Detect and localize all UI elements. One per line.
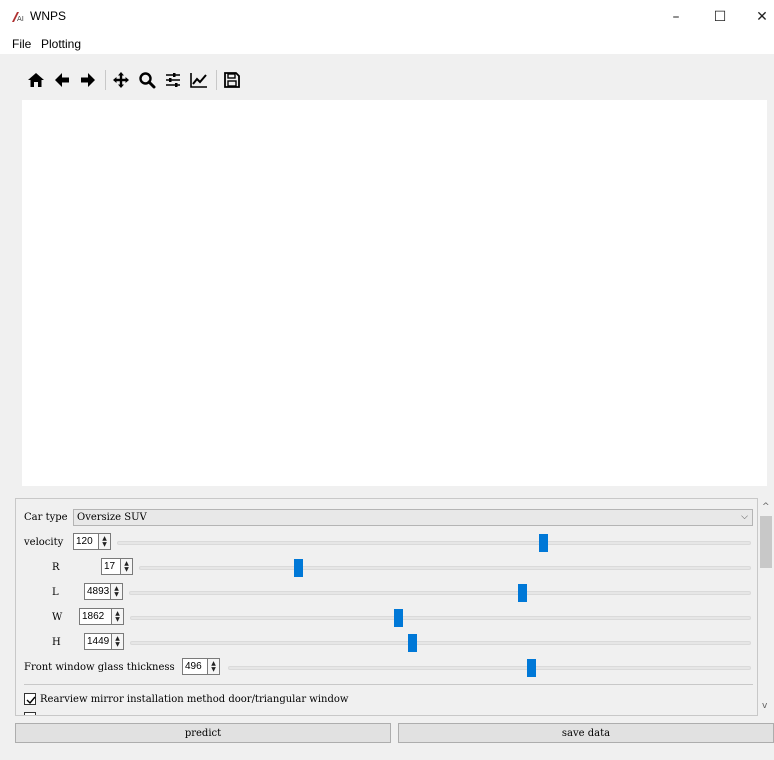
slider-handle[interactable] xyxy=(294,559,303,577)
maximize-icon: ☐ xyxy=(713,9,727,25)
rearview-mirror-label: Rearview mirror installation method door… xyxy=(40,694,349,705)
velocity-row: velocity 120 ▲ ▼ xyxy=(16,533,757,553)
w-spinbox[interactable]: 1862 ▲ ▼ xyxy=(79,608,124,625)
scroll-down-icon[interactable]: v xyxy=(762,701,767,711)
l-spinbox[interactable]: 4893 ▲ ▼ xyxy=(84,583,123,600)
car-type-label: Car type xyxy=(24,512,68,523)
chevron-down-icon: ⌵ xyxy=(741,512,748,522)
parameters-panel: Car type Oversize SUV ⌵ velocity 120 ▲ ▼ … xyxy=(15,498,758,716)
front-glass-label: Front window glass thickness xyxy=(24,662,175,673)
pan-icon[interactable] xyxy=(109,68,133,92)
next-option-partial[interactable] xyxy=(24,711,753,716)
front-glass-row: Front window glass thickness 496 ▲ ▼ xyxy=(16,658,757,678)
r-row: R 17 ▲ ▼ xyxy=(16,558,757,578)
front-glass-spinbox[interactable]: 496 ▲ ▼ xyxy=(182,658,220,675)
r-spinbox[interactable]: 17 ▲ ▼ xyxy=(101,558,133,575)
toolbar-separator xyxy=(216,70,217,90)
spin-arrows-icon[interactable]: ▲ ▼ xyxy=(111,609,123,624)
w-value: 1862 xyxy=(82,611,105,622)
window-title: WNPS xyxy=(30,9,66,23)
velocity-value: 120 xyxy=(76,536,93,547)
save-figure-icon[interactable] xyxy=(220,68,244,92)
close-icon: ✕ xyxy=(756,9,768,25)
forward-arrow-icon[interactable] xyxy=(76,68,100,92)
r-label: R xyxy=(52,562,60,573)
car-type-row: Car type Oversize SUV ⌵ xyxy=(16,509,757,529)
spin-arrows-icon[interactable]: ▲ ▼ xyxy=(120,559,132,574)
scroll-up-icon[interactable]: ^ xyxy=(762,502,770,512)
app-logo-icon: AI xyxy=(10,10,26,24)
minimize-button[interactable]: – xyxy=(656,0,696,34)
maximize-button[interactable]: ☐ xyxy=(700,0,740,34)
velocity-slider[interactable] xyxy=(117,534,751,552)
scroll-thumb[interactable] xyxy=(760,516,772,568)
slider-handle[interactable] xyxy=(527,659,536,677)
h-row: H 1449 ▲ ▼ xyxy=(16,633,757,653)
slider-handle[interactable] xyxy=(539,534,548,552)
r-slider[interactable] xyxy=(139,559,751,577)
title-bar: AI WNPS – ☐ ✕ xyxy=(0,0,774,34)
velocity-label: velocity xyxy=(24,537,64,548)
l-row: L 4893 ▲ ▼ xyxy=(16,583,757,603)
home-icon[interactable] xyxy=(24,68,48,92)
h-label: H xyxy=(52,637,61,648)
close-button[interactable]: ✕ xyxy=(742,0,774,34)
rearview-mirror-option[interactable]: Rearview mirror installation method door… xyxy=(24,692,753,708)
w-row: W 1862 ▲ ▼ xyxy=(16,608,757,628)
plot-canvas[interactable] xyxy=(22,100,767,486)
predict-button[interactable]: predict xyxy=(15,723,391,743)
zoom-icon[interactable] xyxy=(135,68,159,92)
w-label: W xyxy=(52,612,63,623)
configure-subplots-icon[interactable] xyxy=(161,68,185,92)
menu-file[interactable]: File xyxy=(12,37,31,51)
panel-scrollbar[interactable]: ^ v xyxy=(758,498,774,716)
car-type-value: Oversize SUV xyxy=(77,512,147,523)
slider-handle[interactable] xyxy=(394,609,403,627)
front-glass-slider[interactable] xyxy=(228,659,751,677)
velocity-spinbox[interactable]: 120 ▲ ▼ xyxy=(73,533,111,550)
h-slider[interactable] xyxy=(130,634,751,652)
checkmark-icon xyxy=(26,696,36,705)
panel-divider xyxy=(24,684,753,685)
back-arrow-icon[interactable] xyxy=(50,68,74,92)
slider-handle[interactable] xyxy=(518,584,527,602)
front-glass-value: 496 xyxy=(185,661,202,672)
save-data-button[interactable]: save data xyxy=(398,723,774,743)
menu-bar: File Plotting xyxy=(0,34,774,54)
spin-arrows-icon[interactable]: ▲ ▼ xyxy=(110,584,122,599)
r-value: 17 xyxy=(104,561,116,572)
spin-arrows-icon[interactable]: ▲ ▼ xyxy=(98,534,110,549)
minimize-icon: – xyxy=(672,9,680,25)
car-type-select[interactable]: Oversize SUV ⌵ xyxy=(73,509,753,526)
svg-text:AI: AI xyxy=(17,15,24,23)
rearview-mirror-checkbox[interactable] xyxy=(24,693,36,705)
w-slider[interactable] xyxy=(130,609,751,627)
spin-arrows-icon[interactable]: ▲ ▼ xyxy=(111,634,123,649)
menu-plotting[interactable]: Plotting xyxy=(41,37,81,51)
toolbar-separator xyxy=(105,70,106,90)
l-label: L xyxy=(52,587,59,598)
slider-handle[interactable] xyxy=(408,634,417,652)
plot-toolbar xyxy=(24,66,246,94)
h-spinbox[interactable]: 1449 ▲ ▼ xyxy=(84,633,124,650)
l-value: 4893 xyxy=(87,586,110,597)
checkmark-icon xyxy=(26,714,36,716)
edit-axis-icon[interactable] xyxy=(187,68,211,92)
spin-arrows-icon[interactable]: ▲ ▼ xyxy=(207,659,219,674)
h-value: 1449 xyxy=(87,636,110,647)
next-option-checkbox[interactable] xyxy=(24,712,36,716)
l-slider[interactable] xyxy=(129,584,751,602)
